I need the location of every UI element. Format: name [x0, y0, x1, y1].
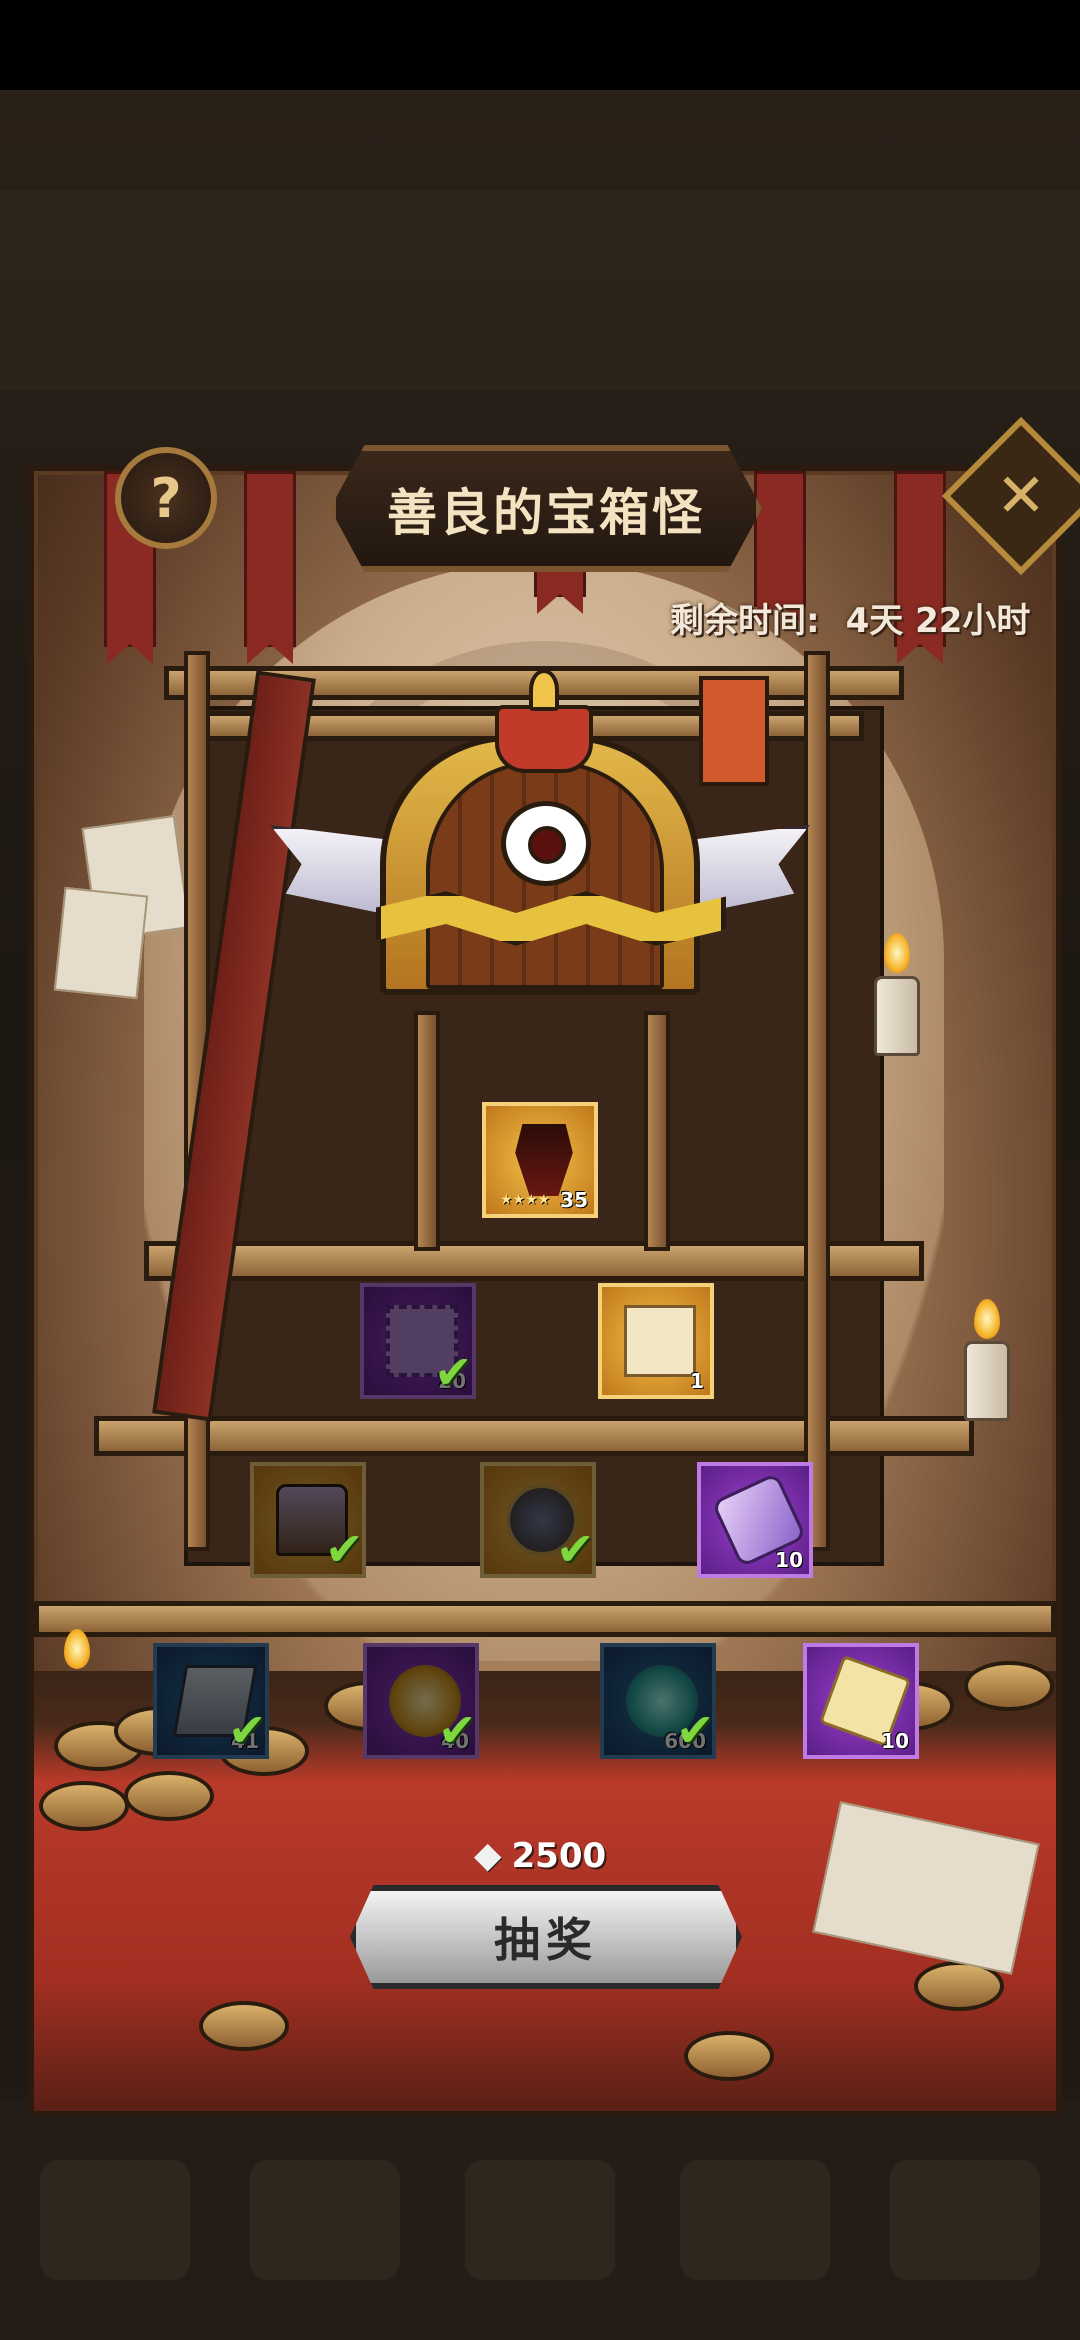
shelf-post — [414, 1011, 440, 1251]
nav-slot — [465, 2160, 615, 2280]
draw-cost-value: 2500 — [511, 1835, 607, 1876]
banner-decoration — [244, 471, 296, 664]
hero-fragment-icon — [515, 1124, 573, 1196]
reward-slot[interactable]: 10 — [803, 1643, 919, 1759]
background-top-bar — [0, 190, 1080, 390]
status-bar-background — [0, 0, 1080, 90]
shelf-post — [644, 1011, 670, 1251]
hanging-banner — [699, 676, 769, 786]
coin-decoration — [39, 1781, 129, 1831]
reward-count: 1 — [690, 1369, 704, 1393]
coin-decoration — [199, 2001, 289, 2051]
collected-check-icon: ✔ — [556, 1522, 595, 1576]
remaining-time-value: 4天 22小时 — [845, 601, 1031, 641]
scroll-icon — [624, 1305, 696, 1377]
banner-decoration — [754, 471, 806, 624]
reward-stars: ★★★★ — [500, 1192, 551, 1208]
draw-button[interactable]: 抽奖 — [350, 1885, 742, 1989]
reward-slot[interactable]: 10 — [697, 1462, 813, 1578]
remaining-time: 剩余时间: 4天 22小时 — [670, 593, 1030, 642]
shelf-post — [804, 651, 830, 1551]
collected-check-icon: ✔ — [434, 1345, 473, 1399]
event-title-plate: 善良的宝箱怪 — [330, 445, 762, 572]
draw-cost: ◆ 2500 — [0, 1835, 1080, 1876]
coin-decoration — [964, 1661, 1054, 1711]
mimic-eye — [501, 801, 591, 886]
diamond-icon: ◆ — [473, 1835, 502, 1876]
nav-slot — [890, 2160, 1040, 2280]
collected-check-icon: ✔ — [676, 1703, 715, 1757]
close-icon: ✕ — [995, 461, 1047, 531]
chest-body — [376, 735, 726, 995]
reward-count: 35 — [560, 1188, 588, 1212]
candle-flame — [884, 933, 910, 973]
coin-decoration — [684, 2031, 774, 2081]
collected-check-icon: ✔ — [438, 1703, 477, 1757]
candle-flame — [974, 1299, 1000, 1339]
crown-icon — [495, 669, 593, 773]
collected-check-icon: ✔ — [325, 1522, 364, 1576]
mimic-chest-character — [270, 669, 810, 995]
nav-slot — [680, 2160, 830, 2280]
nav-slot — [40, 2160, 190, 2280]
reward-count: 10 — [775, 1548, 803, 1572]
candle-decoration — [964, 1341, 1010, 1421]
help-button[interactable]: ? — [115, 447, 217, 549]
reward-slot[interactable]: ★★★★ 35 — [482, 1102, 598, 1218]
shelf-row-3-floor — [34, 1601, 1056, 1637]
reward-count: 10 — [881, 1729, 909, 1753]
nav-slot — [250, 2160, 400, 2280]
candle-decoration — [874, 976, 920, 1056]
background-bottom-nav — [0, 2100, 1080, 2340]
candle-flame — [64, 1629, 90, 1669]
collected-check-icon: ✔ — [228, 1703, 267, 1757]
event-title: 善良的宝箱怪 — [387, 483, 705, 542]
wall-paper-decoration — [53, 886, 149, 1000]
shelf-row-2-floor — [94, 1416, 974, 1456]
remaining-time-label: 剩余时间: — [670, 601, 820, 641]
reward-slot[interactable]: 1 — [598, 1283, 714, 1399]
coin-decoration — [124, 1771, 214, 1821]
